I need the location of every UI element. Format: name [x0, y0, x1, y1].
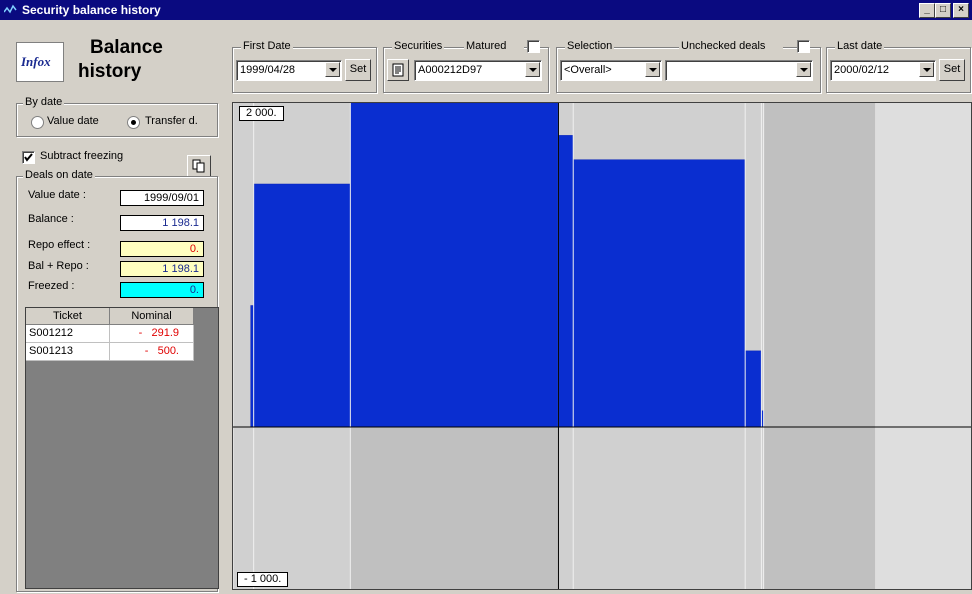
first-date-select[interactable]: 1999/04/28 — [236, 60, 342, 81]
data-bar — [558, 135, 574, 428]
first-date-group: First Date 1999/04/28 Set — [232, 40, 377, 93]
page-title-line1: Balance — [90, 37, 163, 58]
background-band — [875, 103, 971, 589]
column-header-ticket[interactable]: Ticket — [26, 308, 110, 325]
value-date-field: 1999/09/01 — [120, 190, 204, 206]
securities-lookup-button[interactable] — [387, 59, 409, 81]
y-min-label: - 1 000. — [237, 572, 289, 587]
checkmark-icon — [24, 153, 33, 162]
first-date-label: First Date — [241, 40, 293, 52]
first-date-value: 1999/04/28 — [240, 64, 296, 76]
data-bar — [744, 350, 762, 428]
maximize-button[interactable]: □ — [935, 3, 951, 18]
selection-value: <Overall> — [564, 64, 612, 76]
subtract-freezing-checkbox[interactable] — [22, 151, 35, 164]
data-bar — [572, 159, 746, 428]
data-bar — [350, 103, 559, 428]
chevron-down-icon[interactable] — [325, 62, 340, 77]
table-row-nominal[interactable]: - 291.9 — [110, 325, 194, 343]
by-date-group: By date Value date Transfer d. — [16, 96, 218, 137]
deals-table[interactable]: Ticket Nominal S001212 - 291.9 S001213 -… — [25, 307, 219, 589]
securities-select[interactable]: A000212D97 — [414, 60, 542, 81]
value-date-radio-label: Value date — [47, 115, 99, 127]
app-logo: Infox — [16, 42, 64, 82]
bal-repo-label: Bal + Repo : — [28, 260, 89, 272]
freezed-label: Freezed : — [28, 280, 75, 292]
matured-label: Matured — [464, 40, 525, 52]
transfer-date-radio-label: Transfer d. — [145, 115, 198, 127]
last-date-label: Last date — [835, 40, 885, 52]
document-icon — [392, 63, 404, 77]
table-row-ticket[interactable]: S001213 — [26, 343, 110, 361]
title-bar: Security balance history _ □ × — [0, 0, 972, 20]
securities-value: A000212D97 — [418, 64, 483, 76]
table-row-nominal[interactable]: - 500. — [110, 343, 194, 361]
column-header-nominal[interactable]: Nominal — [110, 308, 194, 325]
close-button[interactable]: × — [953, 3, 969, 18]
logo-text: Infox — [21, 54, 51, 69]
chevron-down-icon[interactable] — [645, 62, 660, 77]
page-title: Balance history — [78, 36, 163, 84]
first-date-set-button[interactable]: Set — [345, 59, 371, 81]
matured-checkbox[interactable] — [527, 40, 540, 53]
background-band — [763, 103, 876, 589]
unchecked-deals-checkbox[interactable] — [797, 40, 810, 53]
unchecked-deals-label: Unchecked deals — [679, 40, 784, 52]
chevron-down-icon[interactable] — [796, 62, 811, 77]
window-title: Security balance history — [22, 3, 161, 17]
copy-button[interactable] — [187, 155, 211, 177]
securities-group: Securities Matured A000212D97 — [383, 40, 549, 93]
selection-select[interactable]: <Overall> — [560, 60, 662, 81]
chevron-down-icon[interactable] — [919, 62, 934, 77]
last-date-group: Last date 2000/02/12 Set — [826, 40, 971, 93]
balance-label: Balance : — [28, 213, 74, 225]
selection-group: Selection Unchecked deals <Overall> — [556, 40, 821, 93]
last-date-select[interactable]: 2000/02/12 — [830, 60, 936, 81]
repo-effect-label: Repo effect : — [28, 239, 91, 251]
chevron-down-icon[interactable] — [525, 62, 540, 77]
last-date-set-button[interactable]: Set — [939, 59, 965, 81]
data-bar — [253, 183, 351, 428]
balance-chart[interactable]: 2 000. - 1 000. — [232, 102, 972, 590]
deals-on-date-label: Deals on date — [23, 169, 95, 181]
balance-chart-svg — [233, 103, 971, 589]
selection-label: Selection — [565, 40, 615, 52]
repo-effect-field: 0. — [120, 241, 204, 257]
table-row-ticket[interactable]: S001212 — [26, 325, 110, 343]
transfer-date-radio[interactable] — [127, 116, 140, 129]
bal-repo-field: 1 198.1 — [120, 261, 204, 277]
app-icon — [4, 4, 17, 14]
value-date-radio[interactable] — [31, 116, 44, 129]
page-title-line2: history — [78, 61, 142, 82]
balance-field: 1 198.1 — [120, 215, 204, 231]
y-max-label: 2 000. — [239, 106, 284, 121]
minimize-button[interactable]: _ — [919, 3, 935, 18]
securities-label: Securities — [392, 40, 445, 52]
freezed-field: 0. — [120, 282, 204, 298]
value-date-label: Value date : — [28, 189, 86, 201]
unchecked-deals-select[interactable] — [665, 60, 813, 81]
by-date-label: By date — [23, 96, 65, 108]
last-date-value: 2000/02/12 — [834, 64, 890, 76]
copy-icon — [192, 159, 205, 173]
subtract-freezing-label: Subtract freezing — [40, 150, 124, 162]
